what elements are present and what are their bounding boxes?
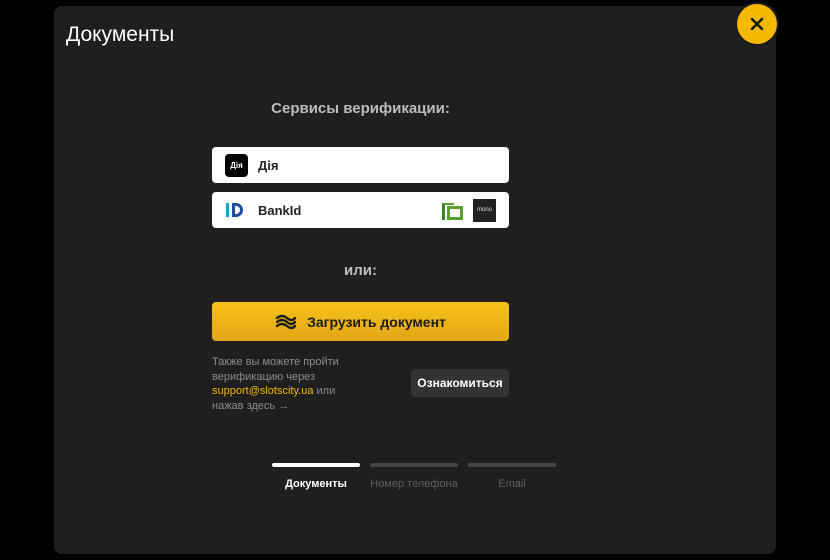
step-phone: Номер телефона: [370, 463, 458, 491]
monobank-logo: mono: [473, 198, 496, 222]
step-progress-bar: [272, 463, 360, 467]
info-line-2: верификацию через: [212, 370, 316, 383]
upload-document-button[interactable]: Загрузить документ: [212, 302, 509, 341]
info-line-1: Также вы можете пройти: [212, 356, 339, 368]
verification-services-title: Сервисы верификации:: [271, 100, 450, 117]
bankid-service-button[interactable]: BankId mono: [212, 192, 509, 228]
step-progress-bar: [468, 463, 556, 467]
support-email-link[interactable]: support@slotscity.ua: [212, 385, 313, 397]
close-icon: [750, 17, 764, 31]
step-label: Номер телефона: [370, 478, 458, 490]
step-email: Email: [468, 463, 556, 491]
learn-more-button[interactable]: Ознакомиться: [411, 369, 509, 397]
support-info-text: Также вы можете пройти верификацию через…: [212, 355, 352, 413]
privatbank-logo: [441, 198, 464, 222]
close-button[interactable]: [737, 4, 777, 44]
bankid-label: BankId: [258, 202, 302, 218]
step-label: Email: [498, 478, 526, 490]
modal-title: Документы: [66, 23, 175, 46]
upload-document-label: Загрузить документ: [307, 313, 446, 330]
step-label: Документы: [285, 478, 347, 490]
info-click-here-link[interactable]: нажав здесь →: [212, 400, 289, 412]
or-divider-label: или:: [344, 262, 377, 279]
diia-label: Дія: [258, 157, 279, 173]
step-documents: Документы: [272, 463, 360, 491]
diia-service-button[interactable]: Дія Дія: [212, 147, 509, 183]
step-progress-bar: [370, 463, 458, 467]
diia-logo: Дія: [225, 153, 248, 177]
bankid-icon: [225, 199, 248, 222]
upload-logo-icon: [275, 314, 297, 329]
info-or: или: [316, 385, 336, 397]
partner-banks: mono: [441, 198, 496, 222]
